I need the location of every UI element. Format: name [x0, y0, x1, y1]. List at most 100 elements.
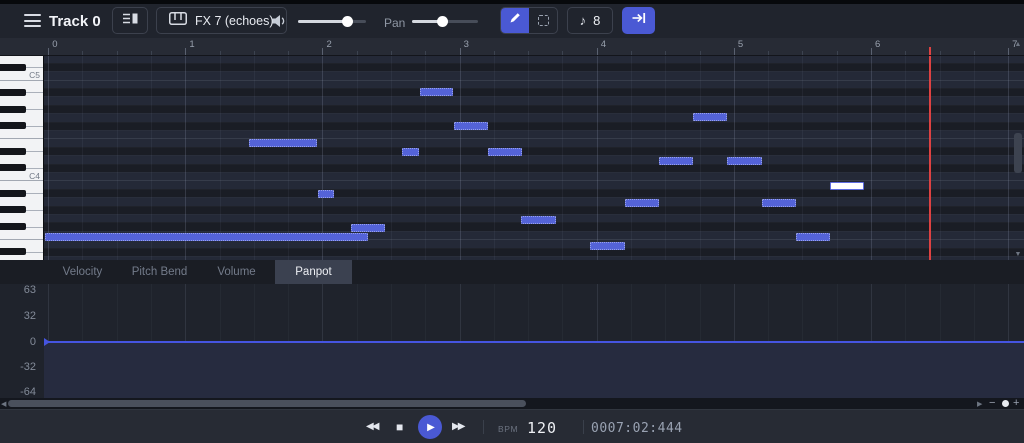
zoom-out-icon[interactable]: − [989, 397, 995, 409]
midi-note[interactable] [454, 122, 488, 130]
midi-note[interactable] [45, 233, 368, 241]
midi-note[interactable] [521, 216, 556, 224]
axis-tick-label: -32 [20, 361, 36, 373]
fast-forward-icon[interactable]: ▶▶ [452, 421, 465, 432]
midi-note[interactable] [488, 148, 522, 156]
midi-note[interactable] [727, 157, 762, 165]
ruler-measure-label: 3 [463, 39, 469, 50]
beat-tick [699, 51, 701, 55]
beat-tick [905, 51, 907, 55]
volume-slider[interactable] [298, 15, 366, 27]
timeline-ruler[interactable]: 01234567 [0, 38, 1024, 56]
menu-icon[interactable] [24, 14, 41, 27]
midi-note[interactable] [762, 199, 796, 207]
axis-tick-label: 63 [23, 284, 36, 296]
note-duration-button[interactable]: ♪ 8 [567, 7, 613, 34]
tab-volume[interactable]: Volume [198, 260, 275, 284]
zoom-level-handle[interactable] [1002, 400, 1009, 407]
panpot-graph[interactable]: 63 32 0 -32 -64 [0, 284, 1024, 398]
instrument-name: FX 7 (echoes) [195, 13, 274, 28]
note-duration-value: 8 [593, 13, 601, 28]
divider [583, 420, 584, 434]
beat-tick [802, 51, 804, 55]
horizontal-scrollbar-thumb[interactable] [8, 400, 526, 407]
bpm-label: BPM [498, 424, 519, 434]
tool-group [500, 7, 558, 34]
arrangement-view-icon [122, 12, 138, 30]
tab-velocity[interactable]: Velocity [44, 260, 121, 284]
midi-note[interactable] [351, 224, 385, 232]
scroll-up-icon[interactable]: ▲ [1012, 41, 1024, 48]
vertical-scrollbar[interactable]: ▲ ▼ [1012, 39, 1024, 260]
ruler-measure-label: 4 [600, 39, 607, 50]
track-list-toggle-button[interactable] [112, 7, 148, 34]
panpot-line-start-marker [44, 338, 50, 346]
beat-tick [836, 51, 838, 55]
scroll-left-icon[interactable]: ◀ [1, 400, 6, 408]
measure-tick [871, 48, 873, 55]
pan-slider-thumb[interactable] [436, 15, 448, 27]
volume-slider-fill [298, 20, 348, 23]
vertical-scrollbar-thumb[interactable] [1014, 133, 1022, 173]
beat-tick [219, 51, 221, 55]
midi-note[interactable] [625, 199, 659, 207]
beat-tick [768, 51, 770, 55]
time-display: 0007:02:444 [591, 421, 683, 436]
midi-note[interactable] [590, 242, 625, 250]
beat-tick [356, 51, 358, 55]
beat-tick [82, 51, 84, 55]
track-name[interactable]: Track 0 [49, 13, 101, 30]
note-layer [0, 56, 1024, 260]
instrument-button[interactable]: FX 7 (echoes) [156, 7, 287, 34]
speaker-icon[interactable] [271, 13, 288, 34]
volume-slider-thumb[interactable] [342, 15, 354, 27]
pan-slider[interactable] [412, 15, 478, 27]
piano-icon [169, 11, 187, 30]
axis-tick-label: 0 [29, 336, 36, 348]
beat-tick [253, 51, 255, 55]
playhead-ruler-tick [929, 47, 931, 55]
zoom-in-icon[interactable]: + [1013, 397, 1019, 409]
tab-panpot[interactable]: Panpot [275, 260, 352, 284]
midi-note[interactable] [796, 233, 830, 241]
beat-tick [116, 51, 118, 55]
midi-note[interactable] [693, 113, 727, 121]
auto-scroll-button[interactable] [622, 7, 655, 34]
rewind-icon[interactable]: ◀◀ [366, 421, 379, 432]
stop-icon[interactable]: ■ [396, 420, 403, 434]
tab-pitch-bend[interactable]: Pitch Bend [121, 260, 198, 284]
beat-tick [493, 51, 495, 55]
pencil-icon [508, 11, 522, 30]
piano-roll[interactable]: C5 C4 [0, 56, 1024, 260]
bpm-value[interactable]: 120 [527, 419, 557, 437]
beat-tick [391, 51, 393, 55]
toolbar: Track 0 FX 7 (echoes) Pan ♪ 8 [0, 4, 1024, 38]
ruler-measure-label: 6 [875, 39, 881, 50]
midi-note-selected[interactable] [830, 182, 864, 190]
ruler-measure-label: 5 [737, 39, 744, 50]
pencil-tool-button[interactable] [501, 8, 529, 33]
play-button[interactable]: ▶ [418, 415, 442, 439]
measure-tick [322, 48, 324, 55]
scroll-down-icon[interactable]: ▼ [1012, 251, 1024, 258]
beat-tick [562, 51, 564, 55]
midi-note[interactable] [659, 157, 693, 165]
measure-tick [1008, 48, 1010, 55]
midi-note[interactable] [402, 148, 419, 156]
beat-tick [939, 51, 941, 55]
axis-tick-label: 32 [23, 310, 36, 322]
midi-note[interactable] [420, 88, 453, 96]
measure-tick [733, 48, 735, 55]
selection-tool-button[interactable] [529, 8, 557, 33]
midi-note[interactable] [318, 190, 334, 198]
beat-tick [528, 51, 530, 55]
beat-tick [288, 51, 290, 55]
playhead [929, 56, 931, 260]
divider [483, 420, 484, 434]
midi-note[interactable] [249, 139, 317, 147]
panpot-value-line[interactable] [44, 341, 1024, 343]
beat-tick [665, 51, 667, 55]
horizontal-scrollbar[interactable]: ◀ ▶ − + [0, 397, 1024, 409]
ruler-measure-label: 0 [52, 39, 58, 50]
scroll-right-icon[interactable]: ▶ [977, 400, 982, 408]
